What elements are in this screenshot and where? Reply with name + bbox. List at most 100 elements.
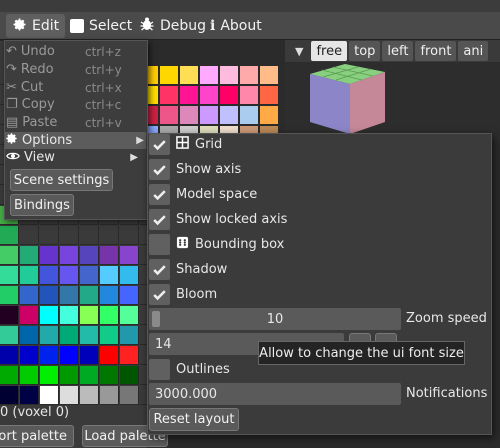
palette-swatch[interactable] [40,326,59,345]
palette-swatch[interactable] [240,66,259,85]
model-space-checkbox[interactable] [149,183,170,205]
palette-swatch[interactable] [180,66,199,85]
import-palette-button[interactable]: Import palette [0,425,74,447]
palette-swatch[interactable] [80,306,99,325]
tab-free[interactable]: free [311,41,348,61]
scene-settings-button[interactable]: Scene settings [10,169,113,191]
bindings-button[interactable]: Bindings [10,194,74,216]
palette-swatch[interactable] [220,86,239,105]
outlines-checkbox[interactable] [149,358,170,380]
palette-swatch[interactable] [180,86,199,105]
palette-swatch[interactable] [80,246,99,265]
palette-swatch[interactable] [80,326,99,345]
palette-swatch[interactable] [0,226,19,245]
viewport-3d[interactable] [285,62,500,142]
menu-item-view[interactable]: View ▶ [6,149,140,166]
hamburger-icon[interactable]: ▼ [295,45,303,58]
palette-swatch[interactable] [40,366,59,385]
palette-swatch[interactable] [120,386,139,405]
palette-swatch[interactable] [240,86,259,105]
palette-swatch[interactable] [40,226,59,245]
menu-item-redo[interactable]: ↷ Redo ctrl+y [6,61,140,78]
palette-swatch[interactable] [180,106,199,125]
zoom-speed-slider[interactable]: 10 [149,308,401,330]
show-axis-checkbox[interactable] [149,158,170,180]
menu-item-undo[interactable]: ↶ Undo ctrl+z [6,43,140,60]
option-bloom[interactable]: Bloom [149,283,217,305]
palette-swatch[interactable] [120,226,139,245]
palette-swatch[interactable] [100,386,119,405]
palette-swatch[interactable] [200,106,219,125]
palette-swatch[interactable] [40,346,59,365]
option-outlines[interactable]: Outlines [149,358,230,380]
palette-swatch[interactable] [60,246,79,265]
palette-swatch[interactable] [60,346,79,365]
palette-swatch[interactable] [40,386,59,405]
palette-swatch[interactable] [200,86,219,105]
palette-swatch[interactable] [60,306,79,325]
palette-swatch[interactable] [120,366,139,385]
tab-top[interactable]: top [349,41,381,61]
palette-swatch[interactable] [20,346,39,365]
palette-swatch[interactable] [0,246,19,265]
palette-swatch[interactable] [120,266,139,285]
palette-swatch[interactable] [40,266,59,285]
palette-swatch[interactable] [100,226,119,245]
palette-swatch[interactable] [100,366,119,385]
option-grid[interactable]: Grid [149,133,222,155]
palette-swatch[interactable] [60,286,79,305]
palette-swatch[interactable] [100,306,119,325]
palette-swatch[interactable] [60,226,79,245]
menu-edit[interactable]: Edit [6,14,66,38]
palette-swatch[interactable] [0,346,19,365]
palette-swatch[interactable] [60,366,79,385]
option-show-axis[interactable]: Show axis [149,158,241,180]
show-locked-axis-checkbox[interactable] [149,208,170,230]
palette-swatch[interactable] [260,86,279,105]
palette-swatch[interactable] [80,386,99,405]
palette-swatch[interactable] [0,306,19,325]
palette-swatch[interactable] [100,286,119,305]
palette-swatch[interactable] [200,66,219,85]
grid-checkbox[interactable] [149,133,170,155]
reset-layout-button[interactable]: Reset layout [149,408,239,431]
palette-swatch[interactable] [100,246,119,265]
palette-swatch[interactable] [40,246,59,265]
palette-swatch[interactable] [60,326,79,345]
option-bounding-box[interactable]: Bounding box [149,233,284,255]
palette-swatch[interactable] [120,306,139,325]
palette-swatch[interactable] [20,326,39,345]
notifications-input[interactable]: 3000.000 [149,383,401,405]
palette-swatch[interactable] [20,366,39,385]
palette-swatch[interactable] [160,86,179,105]
palette-swatch[interactable] [120,326,139,345]
menu-item-paste[interactable]: ▤ Paste ctrl+v [6,114,140,131]
menu-select[interactable]: Select [70,14,132,38]
palette-swatch[interactable] [120,346,139,365]
palette-swatch[interactable] [80,286,99,305]
menu-item-cut[interactable]: ✂ Cut ctrl+x [6,79,140,96]
palette-swatch[interactable] [100,266,119,285]
tab-front[interactable]: front [415,41,457,61]
option-show-locked-axis[interactable]: Show locked axis [149,208,287,230]
bounding-box-checkbox[interactable] [149,233,170,255]
palette-swatch[interactable] [220,66,239,85]
menu-debug[interactable]: Debug [139,14,206,38]
palette-swatch[interactable] [20,286,39,305]
palette-swatch[interactable] [40,306,59,325]
menu-item-options[interactable]: Options ▶ [5,132,146,149]
palette-swatch[interactable] [0,266,19,285]
palette-swatch[interactable] [80,226,99,245]
tab-animation[interactable]: ani [458,41,489,61]
palette-swatch[interactable] [240,106,259,125]
palette-swatch[interactable] [100,346,119,365]
palette-swatch[interactable] [160,66,179,85]
palette-swatch[interactable] [20,266,39,285]
palette-swatch[interactable] [100,326,119,345]
palette-swatch[interactable] [80,346,99,365]
tab-left[interactable]: left [382,41,414,61]
palette-swatch[interactable] [220,106,239,125]
palette-swatch[interactable] [120,246,139,265]
palette-swatch[interactable] [260,66,279,85]
palette-swatch[interactable] [0,286,19,305]
